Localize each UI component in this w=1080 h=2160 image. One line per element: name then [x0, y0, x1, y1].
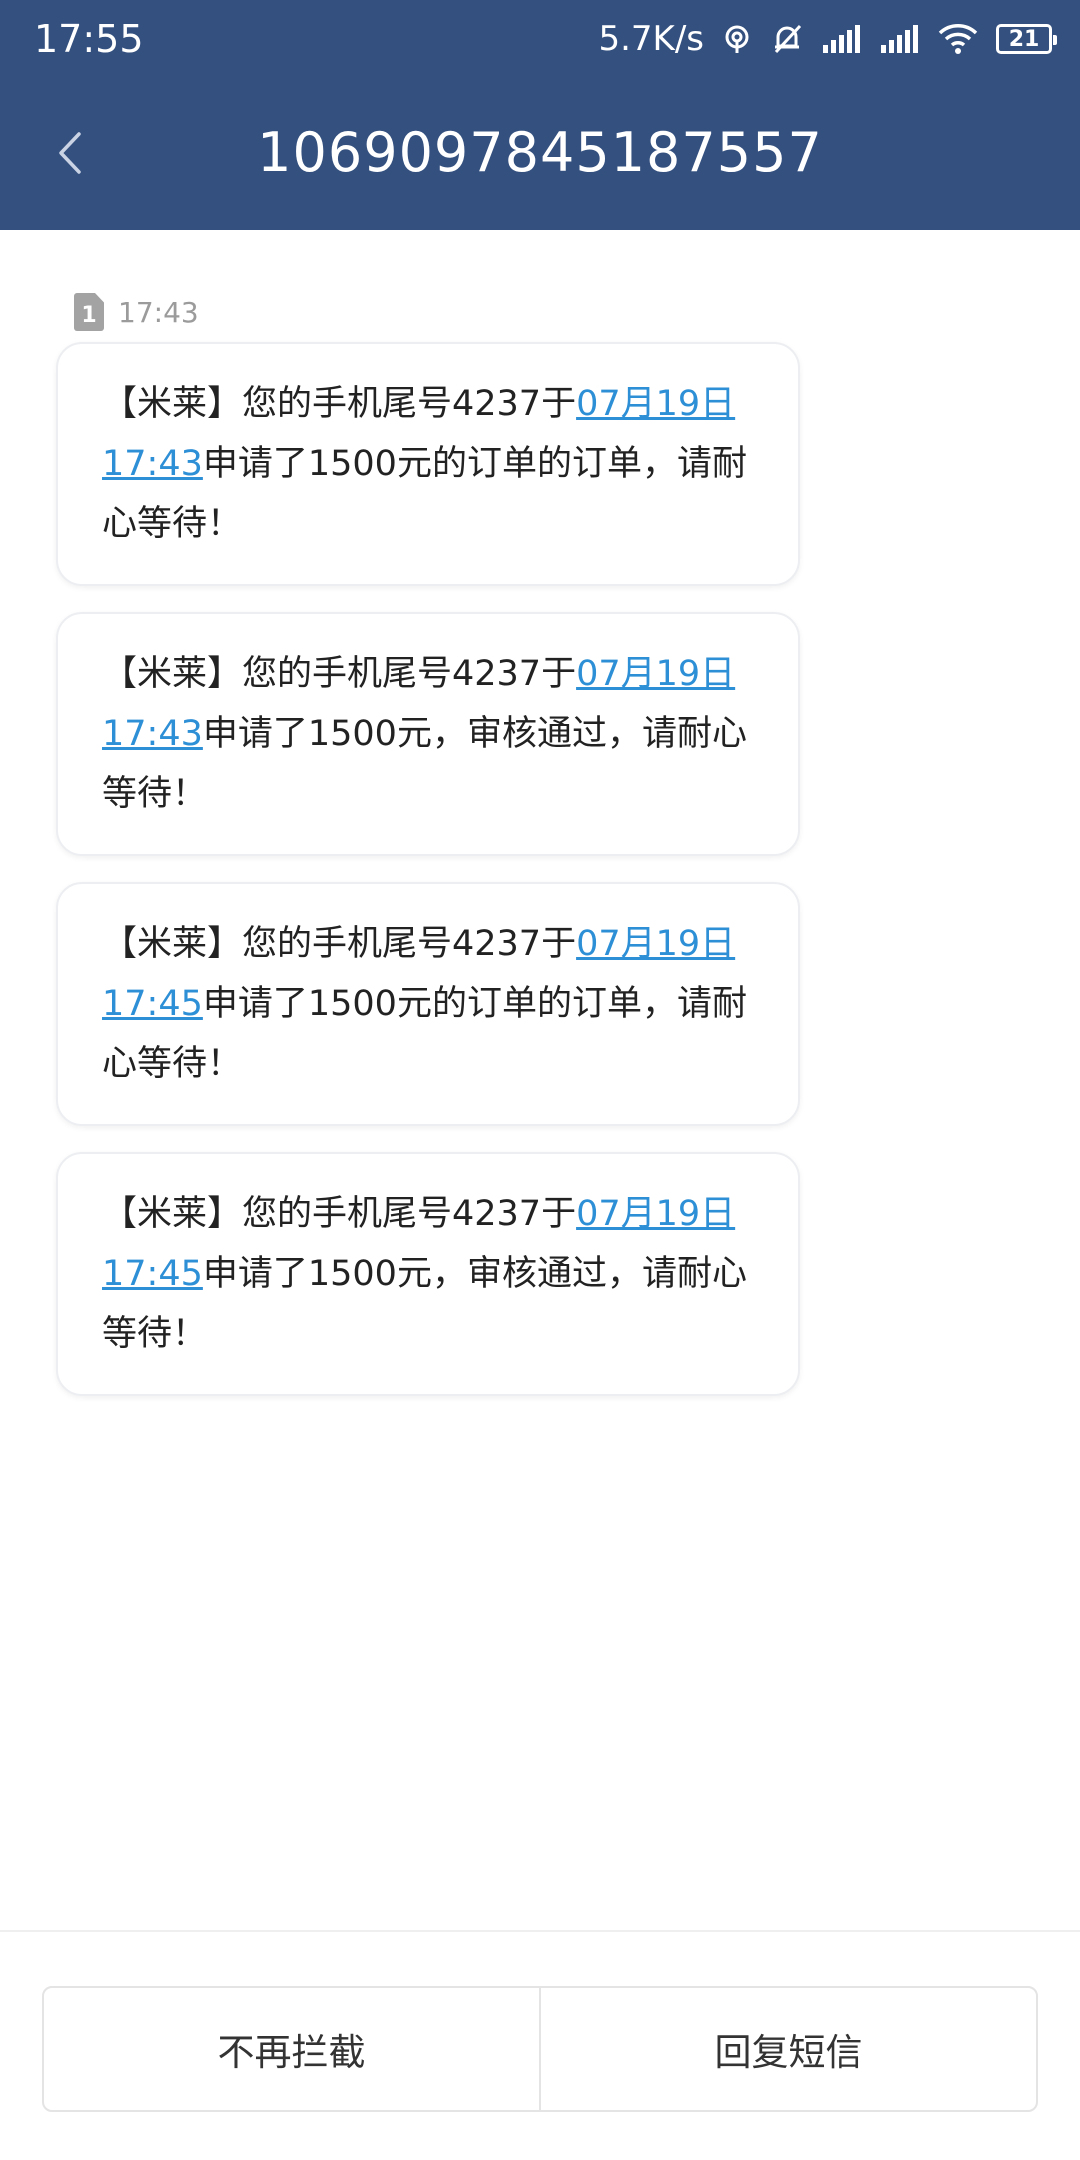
unblock-button[interactable]: 不再拦截 — [44, 1988, 539, 2110]
date-link[interactable]: 07月19日 — [576, 1194, 735, 1234]
date-link[interactable]: 07月19日 — [576, 654, 735, 694]
message-time: 17:43 — [118, 295, 199, 329]
message-bubble[interactable]: 【米莱】您的手机尾号4237于07月19日 17:43申请了1500元，审核通过，… — [56, 612, 800, 856]
message-bubble[interactable]: 【米莱】您的手机尾号4237于07月19日 17:45申请了1500元的订单的订单… — [56, 882, 800, 1126]
time-link[interactable]: 17:43 — [102, 714, 203, 754]
silent-alarm-icon — [770, 22, 804, 56]
wifi-icon — [938, 23, 978, 55]
message-text: 【米莱】您的手机尾号4237于 — [102, 384, 577, 424]
signal-icon — [880, 25, 920, 53]
message-time-row: 1 17:43 — [74, 292, 199, 332]
net-speed: 5.7K/s — [598, 19, 704, 59]
sim-number: 1 — [81, 303, 97, 328]
sim-card-icon: 1 — [74, 293, 104, 331]
date-link[interactable]: 07月19日 — [576, 924, 735, 964]
date-link[interactable]: 07月19日 — [576, 384, 735, 424]
battery-icon: 21 — [996, 24, 1057, 54]
status-icons: 5.7K/s 21 — [598, 14, 1057, 64]
action-bar: 不再拦截 回复短信 — [42, 1986, 1038, 2112]
message-text: 【米莱】您的手机尾号4237于 — [102, 654, 577, 694]
header: 17:55 5.7K/s 21 1069097845187557 — [0, 0, 1080, 230]
message-bubble[interactable]: 【米莱】您的手机尾号4237于07月19日 17:43申请了1500元的订单的订单… — [56, 342, 800, 586]
reply-sms-button[interactable]: 回复短信 — [541, 1988, 1036, 2110]
footer-divider — [0, 1930, 1080, 1932]
battery-level: 21 — [1008, 26, 1040, 52]
time-link[interactable]: 17:45 — [102, 984, 203, 1024]
hotspot-icon — [722, 24, 752, 54]
time-link[interactable]: 17:43 — [102, 444, 203, 484]
message-text: 【米莱】您的手机尾号4237于 — [102, 1194, 577, 1234]
signal-icon — [822, 25, 862, 53]
conversation-title: 1069097845187557 — [257, 121, 823, 184]
message-bubble[interactable]: 【米莱】您的手机尾号4237于07月19日 17:45申请了1500元，审核通过，… — [56, 1152, 800, 1396]
status-time: 17:55 — [34, 17, 144, 61]
time-link[interactable]: 17:45 — [102, 1254, 203, 1294]
message-text: 【米莱】您的手机尾号4237于 — [102, 924, 577, 964]
